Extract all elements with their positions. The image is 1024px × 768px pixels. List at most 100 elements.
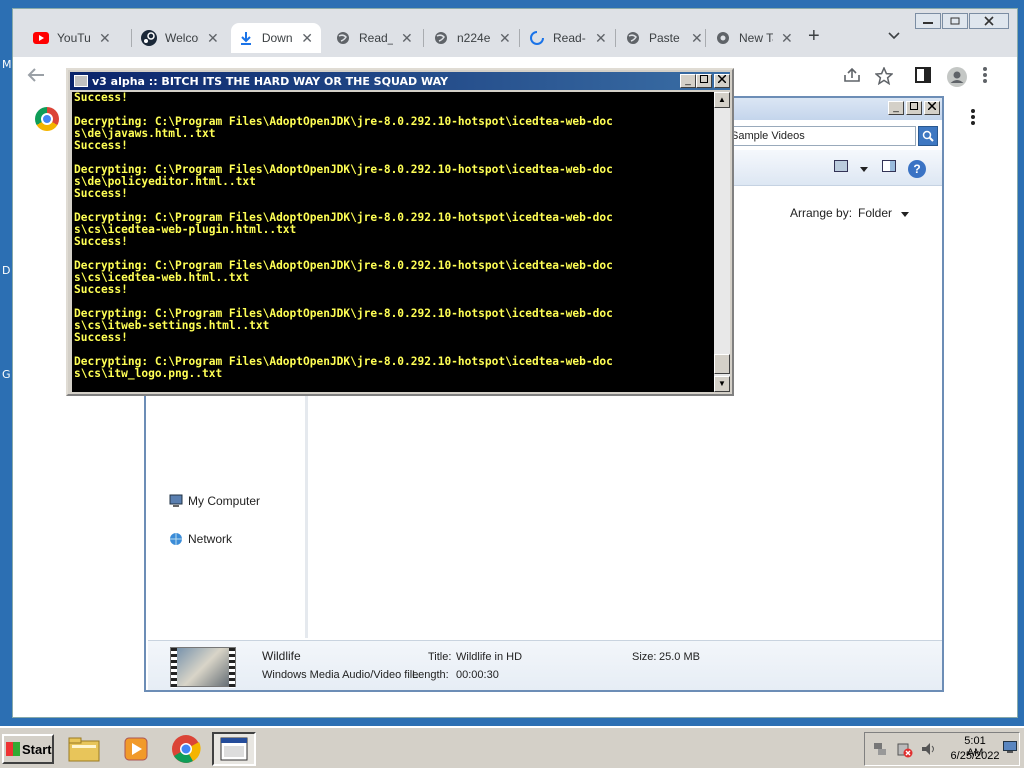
video-thumbnail (170, 647, 236, 688)
tab-title: Paste (649, 31, 680, 45)
scroll-up-icon[interactable]: ▲ (714, 92, 730, 108)
network-icon (168, 532, 184, 546)
windows-flag-icon (6, 742, 20, 756)
nav-item-my-computer[interactable]: My Computer (168, 494, 260, 508)
tab-read[interactable]: Read_ ✕ (327, 23, 421, 53)
maximize-icon (950, 17, 960, 25)
tab-title: New Tab (739, 31, 773, 45)
nav-item-label: My Computer (188, 494, 261, 508)
console-title: v3 alpha :: BITCH ITS THE HARD WAY OR TH… (92, 74, 449, 88)
minimize-button[interactable]: _ (888, 101, 904, 115)
profile-avatar-icon[interactable] (947, 67, 967, 92)
close-icon[interactable]: ✕ (781, 30, 793, 47)
maximize-button[interactable] (696, 74, 712, 88)
close-icon[interactable]: ✕ (301, 30, 313, 47)
desktop-icon-label: M (2, 58, 12, 71)
close-button[interactable] (969, 13, 1009, 29)
side-panel-icon[interactable] (915, 67, 931, 88)
close-icon[interactable]: ✕ (401, 30, 413, 47)
new-tab-button[interactable]: + (808, 25, 820, 48)
taskbar-app-file-explorer[interactable] (62, 732, 106, 766)
taskbar-app-console[interactable] (212, 732, 256, 766)
chevron-down-icon (901, 212, 910, 217)
close-icon (717, 74, 727, 84)
nav-item-network[interactable]: Network (168, 532, 232, 546)
tab-title: YouTube (57, 31, 91, 45)
arrange-by-label: Arrange by: (790, 206, 853, 220)
clock-date[interactable]: 6/25/2022 (945, 750, 1005, 762)
tab-youtube[interactable]: YouTube ✕ (25, 23, 119, 53)
close-icon[interactable]: ✕ (499, 30, 511, 47)
help-icon[interactable]: ? (908, 160, 926, 178)
chrome-icon (172, 735, 201, 763)
tab-read-loading[interactable]: Read- ✕ (521, 23, 615, 53)
security-alert-icon[interactable] (897, 742, 913, 761)
taskbar-app-media-player[interactable] (114, 732, 158, 766)
search-button[interactable] (918, 126, 938, 146)
tab-welcome[interactable]: Welcome ✕ (133, 23, 227, 53)
scroll-down-icon[interactable]: ▼ (714, 376, 730, 392)
download-icon (239, 30, 254, 46)
minimize-button[interactable]: _ (680, 74, 696, 88)
taskbar-app-chrome[interactable] (164, 732, 208, 766)
volume-icon[interactable] (921, 742, 937, 759)
console-icon (74, 75, 88, 87)
desktop-icon-label: G (2, 368, 11, 381)
close-icon[interactable]: ✕ (99, 30, 111, 47)
title-value: Wildlife in HD (456, 651, 523, 663)
console-titlebar: v3 alpha :: BITCH ITS THE HARD WAY OR TH… (70, 72, 730, 90)
desktop-icon-label: D (2, 264, 11, 277)
share-icon[interactable] (843, 67, 861, 88)
tab-title: Welcome (165, 31, 199, 45)
tab-downloads[interactable]: Downloads ✕ (231, 23, 321, 53)
console-window: v3 alpha :: BITCH ITS THE HARD WAY OR TH… (66, 68, 734, 396)
explorer-search-input[interactable]: Sample Videos (726, 126, 916, 146)
console-output[interactable]: Success! Decrypting: C:\Program Files\Ad… (72, 92, 714, 392)
back-icon[interactable] (27, 67, 45, 88)
computer-icon (168, 494, 184, 508)
length-label: Length: (412, 669, 449, 681)
close-icon[interactable]: ✕ (595, 30, 607, 47)
show-desktop-icon[interactable] (1003, 741, 1017, 756)
maximize-icon (700, 75, 708, 83)
chevron-down-icon (888, 32, 900, 40)
console-icon (220, 737, 248, 761)
maximize-button[interactable] (942, 13, 968, 29)
maximize-button[interactable] (906, 101, 922, 115)
taskbar: Start 5:01 AM 6/25/2022 (0, 726, 1024, 768)
close-button[interactable] (714, 74, 730, 88)
tab-search-button[interactable] (888, 27, 900, 43)
tab-title: Read_ (359, 31, 393, 45)
close-icon[interactable]: ✕ (691, 30, 703, 47)
system-tray: 5:01 AM 6/25/2022 (864, 732, 1020, 766)
bookmark-star-icon[interactable] (874, 66, 894, 90)
globe-icon (625, 30, 641, 46)
globe-icon (433, 30, 449, 46)
tab-n224e[interactable]: n224e ✕ (425, 23, 519, 53)
start-button[interactable]: Start (2, 734, 54, 764)
minimize-button[interactable] (915, 13, 941, 29)
network-status-icon[interactable] (873, 742, 887, 759)
close-icon[interactable]: ✕ (207, 30, 219, 47)
tab-title: n224e (457, 31, 491, 45)
scrollbar-thumb[interactable] (714, 354, 730, 374)
change-view-icon[interactable] (834, 160, 848, 175)
menu-kebab-icon[interactable] (983, 67, 987, 88)
loading-icon (529, 30, 545, 46)
tab-paste[interactable]: Paste ✕ (617, 23, 711, 53)
preview-pane-icon[interactable] (882, 160, 896, 175)
chevron-down-icon[interactable] (860, 160, 868, 175)
console-scrollbar[interactable]: ▲ ▼ (714, 92, 730, 392)
steam-icon (141, 30, 157, 46)
more-options-icon[interactable] (971, 109, 975, 130)
tab-new-tab[interactable]: New Tab ✕ (707, 23, 801, 53)
arrange-by-dropdown[interactable]: Folder (858, 206, 910, 220)
youtube-icon (33, 30, 49, 46)
file-name: Wildlife (262, 649, 301, 663)
size-value: 25.0 MB (659, 651, 700, 663)
file-type: Windows Media Audio/Video file (262, 669, 419, 681)
tab-title: Read- (553, 31, 586, 45)
close-button[interactable] (924, 101, 940, 115)
maximize-icon (910, 102, 918, 110)
arrange-by-value: Folder (858, 206, 893, 220)
